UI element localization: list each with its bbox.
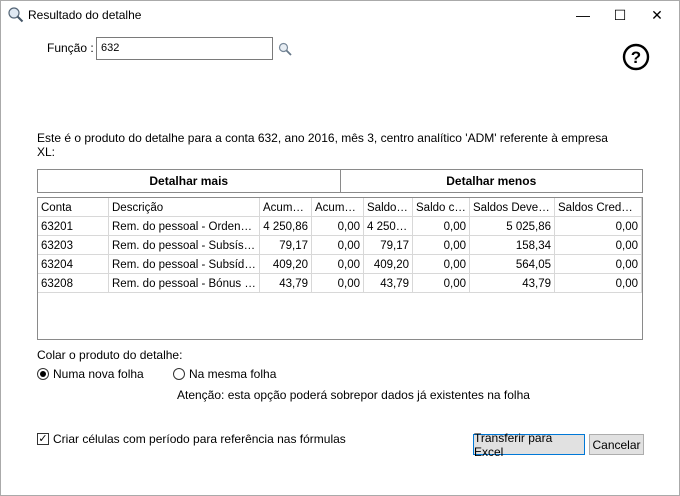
paste-label: Colar o produto do detalhe: (37, 348, 183, 362)
table-cell: Rem. do pessoal - Subsídi… (109, 255, 260, 274)
transfer-to-excel-button[interactable]: Transferir para Excel (473, 431, 585, 459)
radio-same-sheet-label[interactable]: Na mesma folha (189, 367, 276, 381)
radio-same-sheet[interactable] (173, 368, 185, 380)
column-header[interactable]: Saldo … (364, 198, 413, 217)
table-cell: 0,00 (555, 255, 642, 274)
column-header[interactable]: Saldos Credor… (555, 198, 642, 217)
column-header[interactable]: Saldos Deved… (470, 198, 555, 217)
minimize-button[interactable]: — (565, 1, 601, 29)
function-label: Função : (47, 41, 94, 55)
table-cell: Rem. do pessoal - Subsísi… (109, 236, 260, 255)
table-cell: 4 250,86 (364, 217, 413, 236)
table-cell: 0,00 (555, 236, 642, 255)
table-cell: 5 025,86 (470, 217, 555, 236)
dialog-window: Resultado do detalhe — ☐ ✕ Função : 632 … (0, 0, 680, 496)
cancel-button[interactable]: Cancelar (589, 434, 644, 455)
table-cell: 158,34 (470, 236, 555, 255)
title-bar: Resultado do detalhe — ☐ ✕ (1, 1, 679, 29)
table-row[interactable]: 63201 Rem. do pessoal - Ordena… 4 250,86 0,… (38, 217, 642, 236)
table-cell: 0,00 (555, 217, 642, 236)
period-cells-checkbox[interactable]: ✓ (37, 433, 49, 445)
table-cell: 63201 (38, 217, 109, 236)
detail-grid[interactable]: Conta Descrição Acumul… Acumul… Saldo … Saldo… (37, 197, 643, 340)
table-cell: 564,05 (470, 255, 555, 274)
overwrite-warning: Atenção: esta opção poderá sobrepor dado… (177, 388, 530, 402)
table-cell: 79,17 (260, 236, 312, 255)
magnifier-app-icon (8, 7, 24, 23)
table-cell: 0,00 (555, 274, 642, 293)
table-cell: 0,00 (312, 236, 364, 255)
table-cell: Rem. do pessoal - Ordena… (109, 217, 260, 236)
column-header[interactable]: Conta (38, 198, 109, 217)
table-cell: 63204 (38, 255, 109, 274)
column-header[interactable]: Acumul… (312, 198, 364, 217)
search-icon[interactable] (278, 42, 292, 56)
table-cell: 43,79 (364, 274, 413, 293)
column-header[interactable]: Acumul… (260, 198, 312, 217)
table-cell: Rem. do pessoal - Bónus e… (109, 274, 260, 293)
table-row[interactable]: 63203 Rem. do pessoal - Subsísi… 79,17 0,00… (38, 236, 642, 255)
radio-new-sheet-label[interactable]: Numa nova folha (53, 367, 144, 381)
detail-more-button[interactable]: Detalhar mais (38, 170, 340, 192)
table-cell: 43,79 (470, 274, 555, 293)
table-cell: 63208 (38, 274, 109, 293)
table-cell: 0,00 (413, 217, 470, 236)
column-header[interactable]: Descrição (109, 198, 260, 217)
table-cell: 0,00 (312, 255, 364, 274)
table-cell: 0,00 (413, 274, 470, 293)
table-cell: 0,00 (312, 217, 364, 236)
table-cell: 409,20 (260, 255, 312, 274)
help-glyph: ? (631, 48, 641, 67)
table-cell: 43,79 (260, 274, 312, 293)
close-button[interactable]: ✕ (639, 1, 675, 29)
period-cells-label[interactable]: Criar células com período para referênci… (53, 432, 346, 446)
function-input[interactable]: 632 (96, 37, 273, 60)
table-row[interactable]: 63204 Rem. do pessoal - Subsídi… 409,20 0,0… (38, 255, 642, 274)
table-cell: 0,00 (312, 274, 364, 293)
table-cell: 79,17 (364, 236, 413, 255)
table-cell: 63203 (38, 236, 109, 255)
table-cell: 0,00 (413, 255, 470, 274)
grid-header-row: Conta Descrição Acumul… Acumul… Saldo … Saldo… (38, 198, 642, 217)
table-cell: 4 250,86 (260, 217, 312, 236)
table-cell: 0,00 (413, 236, 470, 255)
table-cell: 409,20 (364, 255, 413, 274)
description-text: Este é o produto do detalhe para a conta… (37, 131, 608, 159)
table-row[interactable]: 63208 Rem. do pessoal - Bónus e… 43,79 0,00… (38, 274, 642, 293)
window-title: Resultado do detalhe (28, 8, 142, 22)
detail-less-button[interactable]: Detalhar menos (339, 170, 643, 192)
radio-new-sheet[interactable] (37, 368, 49, 380)
help-icon[interactable]: ? (622, 43, 650, 71)
detail-buttons: Detalhar mais Detalhar menos (37, 169, 643, 193)
column-header[interactable]: Saldo cr… (413, 198, 470, 217)
maximize-button[interactable]: ☐ (602, 1, 638, 29)
